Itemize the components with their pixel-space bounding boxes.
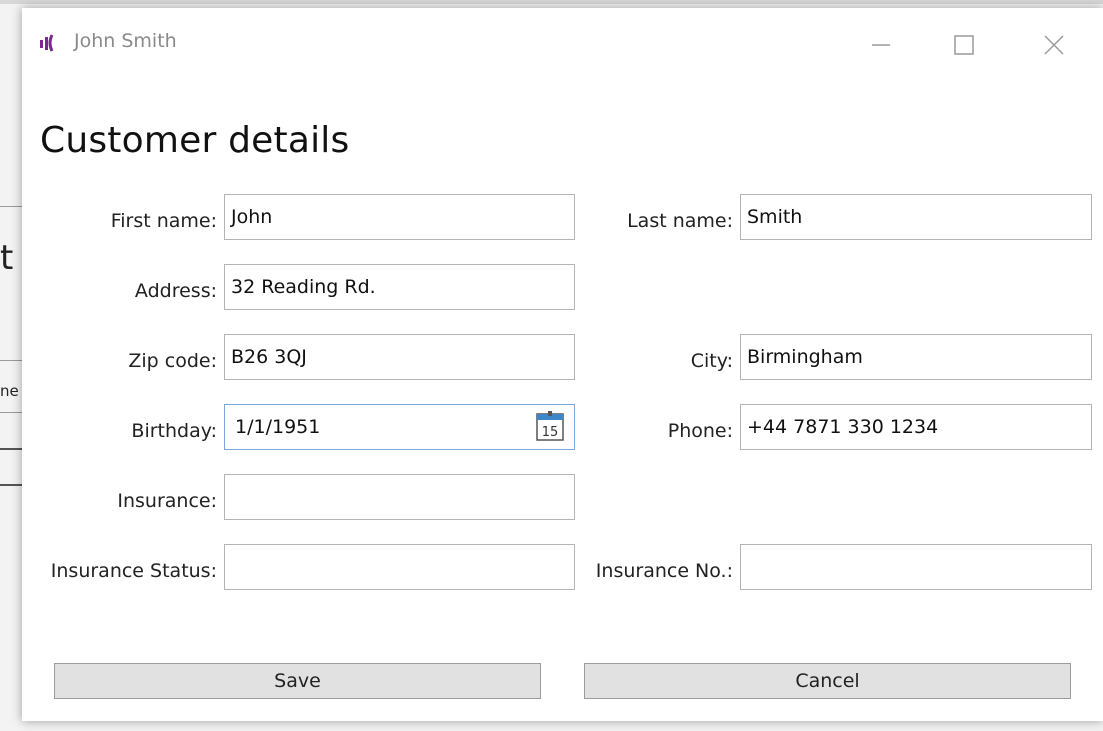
address-label: Address: [134, 280, 217, 302]
city-label: City: [690, 350, 733, 372]
window-title: John Smith [74, 30, 177, 52]
background-divider [0, 360, 22, 361]
birthday-value: 1/1/1951 [235, 416, 321, 438]
zip-code-label: Zip code: [128, 350, 217, 372]
background-text-fragment: ne [0, 382, 19, 400]
app-logo-icon [38, 32, 60, 54]
last-name-field[interactable]: Smith [740, 194, 1092, 240]
background-divider [0, 448, 22, 450]
close-button[interactable] [1037, 28, 1071, 62]
calendar-day-number: 15 [542, 425, 559, 440]
address-field[interactable]: 32 Reading Rd. [224, 264, 575, 310]
insurance-status-field[interactable] [224, 544, 575, 590]
background-text-fragment: t [0, 238, 14, 278]
last-name-label: Last name: [627, 210, 733, 232]
zip-code-field[interactable]: B26 3QJ [224, 334, 575, 380]
insurance-field[interactable] [224, 474, 575, 520]
cancel-button[interactable]: Cancel [584, 663, 1071, 699]
first-name-field[interactable]: John [224, 194, 575, 240]
insurance-status-label: Insurance Status: [50, 560, 217, 582]
save-button[interactable]: Save [54, 663, 541, 699]
customer-details-window: John Smith Customer details First name: … [22, 8, 1103, 721]
background-topbar [0, 0, 1103, 4]
minimize-button[interactable] [864, 28, 898, 62]
birthday-label: Birthday: [131, 420, 217, 442]
maximize-button[interactable] [947, 28, 981, 62]
first-name-label: First name: [110, 210, 217, 232]
calendar-icon[interactable]: 15 [536, 411, 564, 441]
title-bar[interactable]: John Smith [22, 8, 1103, 76]
background-divider [0, 206, 22, 207]
birthday-date-picker[interactable]: 1/1/1951 15 [224, 404, 575, 450]
city-field[interactable]: Birmingham [740, 334, 1092, 380]
insurance-label: Insurance: [117, 490, 217, 512]
phone-label: Phone: [667, 420, 733, 442]
phone-field[interactable]: +44 7871 330 1234 [740, 404, 1092, 450]
background-divider [0, 412, 22, 413]
page-title: Customer details [40, 120, 350, 161]
insurance-no-label: Insurance No.: [595, 560, 733, 582]
insurance-no-field[interactable] [740, 544, 1092, 590]
background-divider [0, 484, 22, 486]
